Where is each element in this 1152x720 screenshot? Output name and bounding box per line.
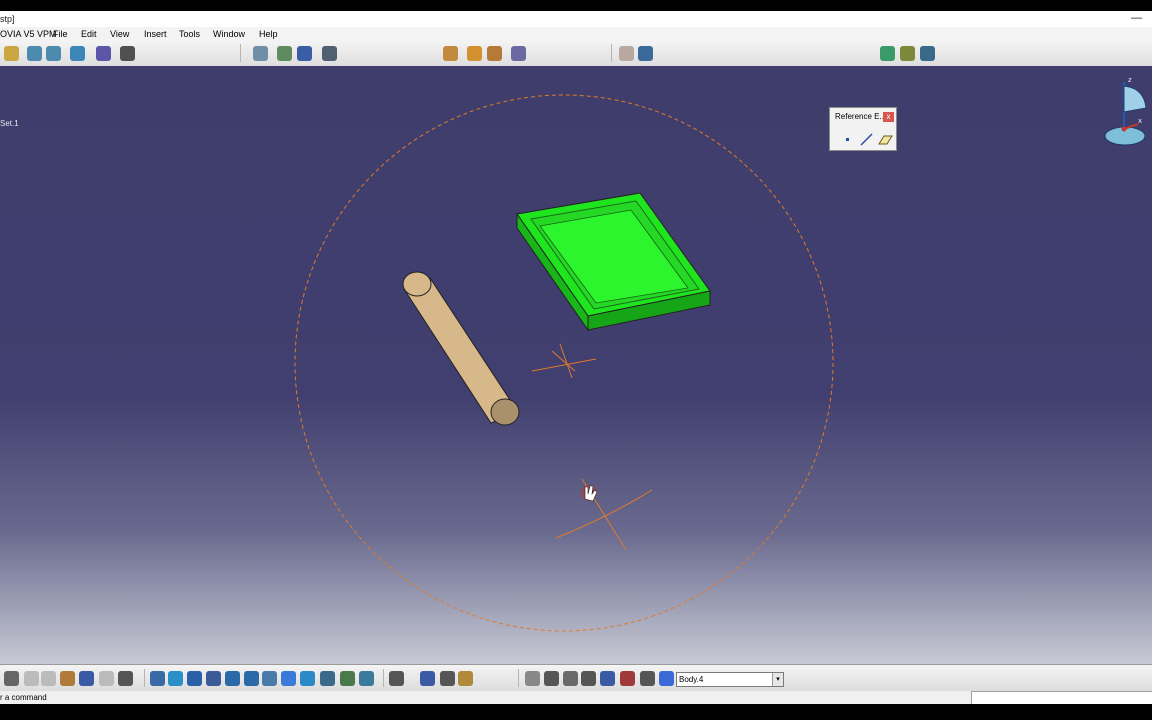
constraint-icon[interactable] [253, 46, 268, 61]
status-prompt: r a command [0, 693, 47, 702]
zoom-out-icon[interactable] [244, 671, 259, 686]
menu-edit[interactable]: Edit [81, 27, 97, 41]
body-icon[interactable] [659, 671, 674, 686]
rotation-sphere [294, 94, 834, 632]
top-toolbar [0, 41, 1152, 67]
close-icon[interactable]: x [883, 112, 894, 122]
layer-icon[interactable] [619, 46, 634, 61]
normal-view-icon[interactable] [262, 671, 277, 686]
line-icon[interactable] [860, 133, 873, 146]
menu-bar: OVIA V5 VPM File Edit View Insert Tools … [0, 27, 1152, 41]
remove-icon[interactable] [620, 671, 635, 686]
bottom-black-strip [0, 704, 1152, 720]
green-tray-part[interactable] [516, 192, 711, 332]
compass-widget[interactable]: z x [1100, 74, 1150, 152]
lighting-icon[interactable] [487, 46, 502, 61]
measure-item-icon[interactable] [420, 671, 435, 686]
part-icon[interactable] [27, 46, 42, 61]
command-input[interactable] [971, 691, 1152, 705]
bottom-toolbar: Body.4 ▾ [0, 664, 1152, 692]
3d-viewport[interactable]: Set.1 Reference E... x z x [0, 66, 1152, 664]
rotation-center-marker [531, 343, 597, 379]
compass-x-label: x [1138, 117, 1142, 125]
cut-icon[interactable] [24, 671, 39, 686]
redo-icon[interactable] [99, 671, 114, 686]
title-bar: stp] — [0, 11, 1152, 27]
stack-icon[interactable] [640, 671, 655, 686]
toolbar-separator [611, 44, 612, 62]
fit-icon[interactable] [322, 46, 337, 61]
body-select-value: Body.4 [679, 675, 704, 684]
grid-icon[interactable] [297, 46, 312, 61]
menu-insert[interactable]: Insert [144, 27, 167, 41]
menu-window[interactable]: Window [213, 27, 245, 41]
measure-icon[interactable] [511, 46, 526, 61]
minimize-button[interactable]: — [1131, 10, 1142, 26]
toolbar-separator [240, 44, 241, 62]
help-icon[interactable] [118, 671, 133, 686]
scene-svg [294, 94, 834, 632]
top-black-strip [0, 0, 1152, 11]
iso-view-icon[interactable] [300, 671, 315, 686]
chevron-down-icon[interactable]: ▾ [772, 673, 783, 686]
inertia-icon[interactable] [440, 671, 455, 686]
toolbar-separator [518, 669, 519, 687]
product-icon[interactable] [46, 46, 61, 61]
update-icon[interactable] [525, 671, 540, 686]
undo-icon[interactable] [79, 671, 94, 686]
window-title: stp] [0, 14, 15, 24]
reference-panel-title: Reference E... [835, 112, 887, 121]
boolean-icon[interactable] [600, 671, 615, 686]
measure-between-icon[interactable] [389, 671, 404, 686]
rotate-icon[interactable] [206, 671, 221, 686]
toolbar-separator [383, 669, 384, 687]
app-name-label: OVIA V5 VPM [0, 29, 57, 39]
shading-icon[interactable] [320, 671, 335, 686]
lock-icon[interactable] [458, 671, 473, 686]
network-icon[interactable] [920, 46, 935, 61]
menu-file[interactable]: File [53, 27, 68, 41]
menu-tools[interactable]: Tools [179, 27, 200, 41]
plane-icon[interactable] [878, 135, 893, 145]
toolbar-separator [144, 669, 145, 687]
web-icon[interactable] [900, 46, 915, 61]
point-icon[interactable] [846, 138, 849, 141]
copy-icon[interactable] [41, 671, 56, 686]
multi-view-icon[interactable] [281, 671, 296, 686]
status-bar: r a command [0, 691, 1152, 705]
cylinder-part[interactable] [402, 271, 520, 426]
paste-icon[interactable] [60, 671, 75, 686]
print-icon[interactable] [4, 671, 19, 686]
analysis-icon[interactable] [120, 46, 135, 61]
hand-cursor-icon [581, 485, 598, 502]
zoom-in-icon[interactable] [225, 671, 240, 686]
compass-z-label: z [1128, 76, 1132, 84]
fit-all-icon[interactable] [168, 671, 183, 686]
units-icon[interactable] [581, 671, 596, 686]
axis-system-icon[interactable] [563, 671, 578, 686]
material-icon[interactable] [467, 46, 482, 61]
globe-icon[interactable] [880, 46, 895, 61]
hand-icon[interactable] [544, 671, 559, 686]
pan-icon[interactable] [187, 671, 202, 686]
render-icon[interactable] [443, 46, 458, 61]
fly-mode-icon[interactable] [150, 671, 165, 686]
assembly-icon[interactable] [70, 46, 85, 61]
body-select[interactable]: Body.4 ▾ [676, 672, 784, 687]
view-icon[interactable] [638, 46, 653, 61]
manipulator-axes [555, 478, 653, 551]
hide-show-icon[interactable] [340, 671, 355, 686]
sketch-icon[interactable] [4, 46, 19, 61]
menu-view[interactable]: View [110, 27, 129, 41]
reference-elements-toolbar: Reference E... x [829, 107, 897, 151]
reference-tools [846, 133, 893, 146]
swap-space-icon[interactable] [359, 671, 374, 686]
menu-help[interactable]: Help [259, 27, 278, 41]
snap-icon[interactable] [277, 46, 292, 61]
catalog-icon[interactable] [96, 46, 111, 61]
